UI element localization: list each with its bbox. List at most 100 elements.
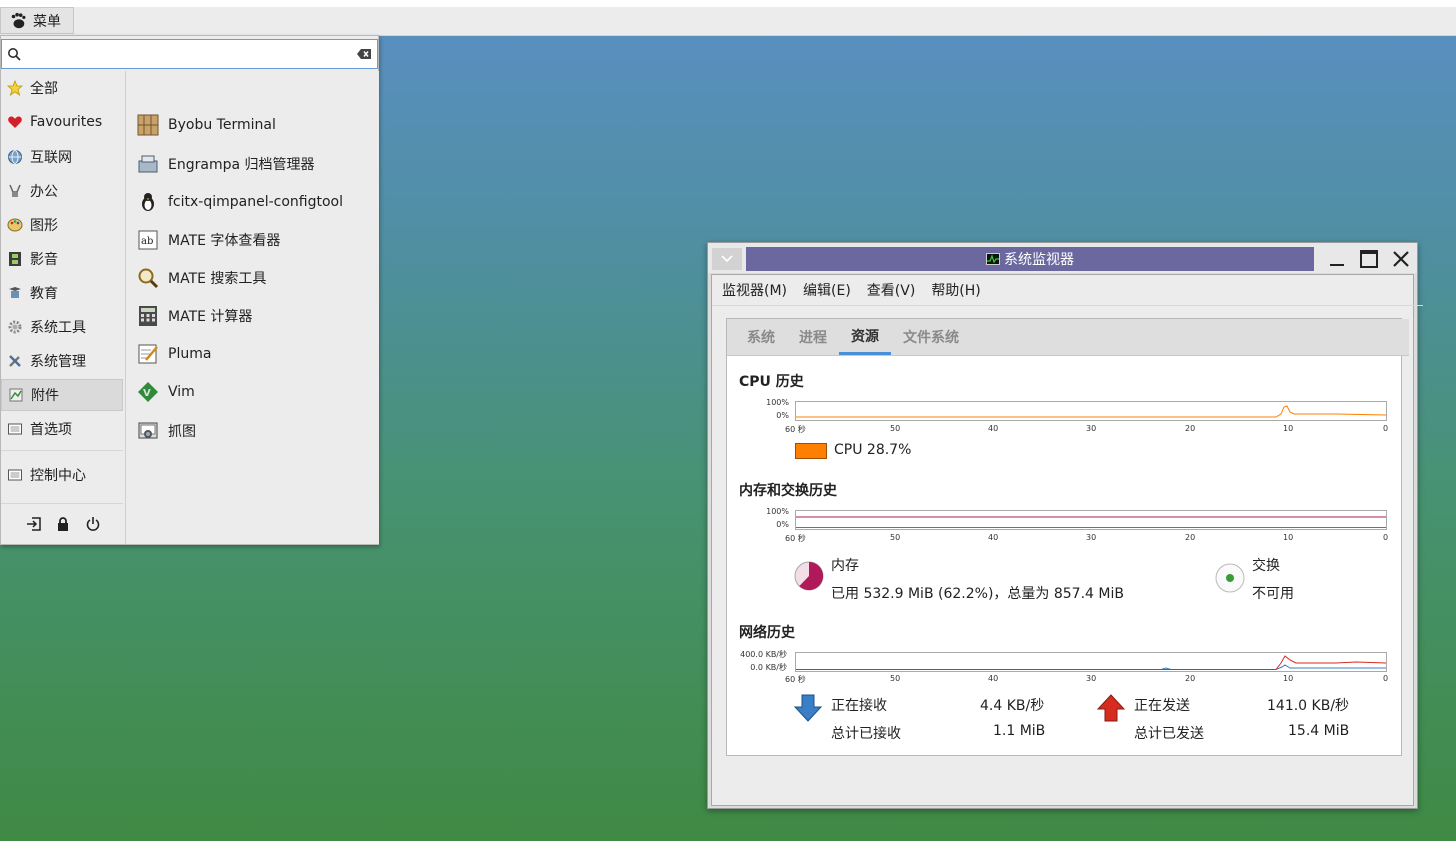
titlebar[interactable]: 系统监视器 xyxy=(708,243,1417,273)
cpu-graph-line xyxy=(796,405,1387,418)
cpu-x-tick: 30 xyxy=(1086,424,1097,433)
category-system-tools[interactable]: 系统工具 xyxy=(1,311,123,343)
menu-help[interactable]: 帮助(H) xyxy=(931,280,980,300)
window-title-bar: 系统监视器 xyxy=(746,247,1314,271)
maximize-icon[interactable] xyxy=(1356,247,1382,271)
category-office[interactable]: 办公 xyxy=(1,175,123,207)
menu-search-input[interactable] xyxy=(26,45,351,63)
palette-icon xyxy=(6,216,24,234)
category-all[interactable]: 全部 xyxy=(1,72,123,104)
net-x-tick: 60 秒 xyxy=(785,675,806,684)
memory-history-title: 内存和交换历史 xyxy=(739,483,837,499)
app-label: fcitx-qimpanel-configtool xyxy=(168,194,343,210)
logout-icon[interactable] xyxy=(25,515,43,533)
menu-search-box[interactable] xyxy=(1,39,378,69)
category-accessories[interactable]: 附件 xyxy=(1,379,123,411)
total-received-value: 1.1 MiB xyxy=(993,723,1046,739)
app-label: MATE 计算器 xyxy=(168,309,253,325)
menu-edit[interactable]: 编辑(E) xyxy=(803,280,851,300)
app-label: MATE 字体查看器 xyxy=(168,233,281,249)
memory-pie-icon[interactable] xyxy=(793,560,825,592)
magnifier-icon xyxy=(136,266,160,290)
memory-graph xyxy=(795,510,1387,530)
category-multimedia[interactable]: 影音 xyxy=(1,243,123,275)
category-control-center[interactable]: 控制中心 xyxy=(1,459,123,491)
session-buttons xyxy=(1,506,125,542)
receiving-value: 4.4 KB/秒 xyxy=(980,698,1045,714)
main-menu-button[interactable]: 菜单 xyxy=(0,7,74,34)
category-label: 系统管理 xyxy=(30,354,86,370)
mem-x-tick: 10 xyxy=(1283,533,1294,542)
category-favourites[interactable]: Favourites xyxy=(1,106,123,138)
chevron-down-icon xyxy=(721,255,733,263)
app-engrampa[interactable]: Engrampa 归档管理器 xyxy=(136,147,315,181)
film-icon xyxy=(6,250,24,268)
cpu-x-tick: 20 xyxy=(1185,424,1196,433)
sending-value: 141.0 KB/秒 xyxy=(1267,698,1350,714)
app-search-tool[interactable]: MATE 搜索工具 xyxy=(136,261,266,295)
download-arrow-icon[interactable] xyxy=(793,693,823,723)
app-fcitx-configtool[interactable]: fcitx-qimpanel-configtool xyxy=(136,185,343,219)
mem-x-tick: 50 xyxy=(890,533,901,542)
sending-label: 正在发送 xyxy=(1134,698,1190,714)
category-label: Favourites xyxy=(30,114,103,130)
minimize-icon[interactable] xyxy=(1324,247,1350,271)
category-graphics[interactable]: 图形 xyxy=(1,209,123,241)
power-icon[interactable] xyxy=(84,515,102,533)
vim-icon: V xyxy=(136,380,160,404)
mem-x-tick: 30 xyxy=(1086,533,1097,542)
cpu-x-tick: 0 xyxy=(1383,424,1389,433)
tab-system[interactable]: 系统 xyxy=(735,319,787,355)
net-x-tick: 30 xyxy=(1086,674,1097,683)
app-screenshot[interactable]: 抓图 xyxy=(136,414,196,448)
total-sent-value: 15.4 MiB xyxy=(1288,723,1350,739)
network-graph xyxy=(795,652,1387,672)
net-x-tick: 50 xyxy=(890,674,901,683)
resources-notebook: 系统 进程 资源 文件系统 CPU 历史 100% 0% 60 秒 50 40 … xyxy=(726,318,1409,756)
application-menu: 全部 Favourites 互联网 办公 图形 影音 教育 系统工具 系统管理 … xyxy=(0,35,379,545)
net-x-tick: 40 xyxy=(988,674,999,683)
app-byobu-terminal[interactable]: Byobu Terminal xyxy=(136,108,276,142)
swap-pie-icon[interactable] xyxy=(1214,562,1246,594)
app-vim[interactable]: V Vim xyxy=(136,375,195,409)
education-icon xyxy=(6,284,24,302)
cpu-y-tick-max: 100% xyxy=(766,398,789,407)
window-title: 系统监视器 xyxy=(1004,252,1074,268)
tab-resources[interactable]: 资源 xyxy=(839,319,891,355)
category-label: 全部 xyxy=(30,81,58,97)
net-y-tick-max: 400.0 KB/秒 xyxy=(740,650,787,659)
window-menu-button[interactable] xyxy=(712,248,742,270)
app-font-viewer[interactable]: ab MATE 字体查看器 xyxy=(136,223,280,257)
window-controls xyxy=(1324,247,1414,271)
cpu-x-tick: 60 秒 xyxy=(785,425,806,434)
app-label: Byobu Terminal xyxy=(168,117,276,133)
upload-arrow-icon[interactable] xyxy=(1096,693,1126,723)
app-pluma[interactable]: Pluma xyxy=(136,337,211,371)
close-icon[interactable] xyxy=(1388,247,1414,271)
tab-filesystems[interactable]: 文件系统 xyxy=(891,319,971,355)
category-preferences[interactable]: 首选项 xyxy=(1,413,123,445)
tools-icon xyxy=(6,352,24,370)
category-administration[interactable]: 系统管理 xyxy=(1,345,123,377)
cpu-x-tick: 10 xyxy=(1283,424,1294,433)
network-history-title: 网络历史 xyxy=(739,625,795,641)
category-internet[interactable]: 互联网 xyxy=(1,141,123,173)
app-label: Vim xyxy=(168,384,195,400)
mem-y-tick-max: 100% xyxy=(766,507,789,516)
menu-monitor[interactable]: 监视器(M) xyxy=(722,280,787,300)
cpu-color-swatch[interactable] xyxy=(795,443,827,459)
tab-processes[interactable]: 进程 xyxy=(787,319,839,355)
category-separator xyxy=(1,503,123,504)
memory-detail: 已用 532.9 MiB (62.2%)，总量为 857.4 MiB xyxy=(831,586,1124,602)
app-label: Pluma xyxy=(168,346,212,362)
swap-detail: 不可用 xyxy=(1252,586,1294,602)
accessories-icon xyxy=(7,386,25,404)
app-calculator[interactable]: MATE 计算器 xyxy=(136,299,252,333)
menu-view[interactable]: 查看(V) xyxy=(867,280,916,300)
lock-icon[interactable] xyxy=(54,515,72,533)
cpu-label: CPU xyxy=(834,442,863,458)
text-editor-icon xyxy=(136,342,160,366)
clear-search-icon[interactable] xyxy=(351,48,377,60)
category-education[interactable]: 教育 xyxy=(1,277,123,309)
app-label: MATE 搜索工具 xyxy=(168,271,267,287)
